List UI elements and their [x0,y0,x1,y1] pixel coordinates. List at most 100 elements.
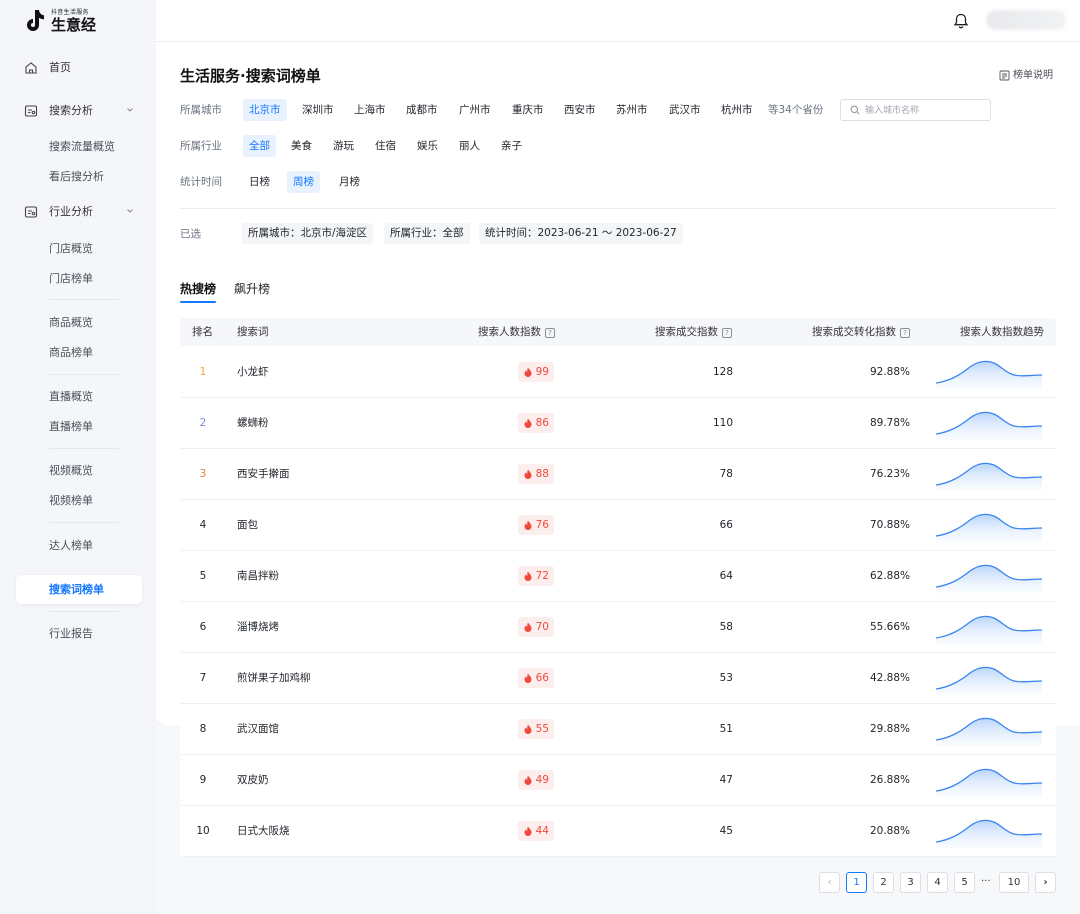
search-icon [850,105,860,115]
city-chip[interactable]: 成都市 [400,99,444,121]
nav-search-keyword-ranking-label: 搜索词榜单 [49,583,104,596]
industry-chip[interactable]: 美食 [285,135,318,157]
city-chip[interactable]: 武汉市 [663,99,707,121]
rank-cell: 1 [199,366,207,378]
table-row[interactable]: 8 武汉面馆 55 51 29.88% [180,704,1056,755]
fire-icon [524,826,532,836]
nav-home[interactable]: 首页 [16,53,142,83]
keyword-cell[interactable]: 日式大阪烧 [237,824,290,838]
user-avatar[interactable] [986,10,1066,30]
industry-chip[interactable]: 娱乐 [411,135,444,157]
table-row[interactable]: 7 煎饼果子加鸡柳 66 53 42.88% [180,653,1056,704]
city-chip[interactable]: 杭州市 [715,99,759,121]
keyword-cell[interactable]: 双皮奶 [237,773,269,787]
brand-subtitle: 抖音生活服务 [51,9,89,16]
city-chip[interactable]: 深圳市 [296,99,340,121]
table-row[interactable]: 5 南昌拌粉 72 64 62.88% [180,551,1056,602]
search-index-value: 55 [535,723,549,735]
rank-cell: 3 [199,468,207,480]
next-page-button[interactable]: › [1035,872,1056,893]
page-button[interactable]: 5 [954,872,975,893]
conversion-cell: 29.88% [869,723,910,735]
time-chip-weekly[interactable]: 周榜 [287,171,320,193]
nav-live-overview[interactable]: 直播概览 [49,390,93,404]
nav-video-ranking[interactable]: 视频榜单 [49,494,93,508]
search-index-badge: 66 [517,668,554,688]
help-icon[interactable]: ? [545,327,555,338]
city-search-field[interactable] [840,99,991,121]
page-button[interactable]: 2 [873,872,894,893]
city-chip[interactable]: 苏州市 [610,99,654,121]
tab-rising[interactable]: 飙升榜 [234,282,270,297]
table-row[interactable]: 9 双皮奶 49 47 26.88% [180,755,1056,806]
nav-store-overview[interactable]: 门店概览 [49,242,93,256]
industry-analysis-icon [24,206,38,218]
table-row[interactable]: 4 面包 76 66 70.88% [180,500,1056,551]
keyword-cell[interactable]: 螺蛳粉 [237,416,269,430]
industry-chip[interactable]: 全部 [243,135,276,157]
nav-influencer-ranking[interactable]: 达人榜单 [49,539,93,553]
brand-logo[interactable]: 抖音生活服务 生意经 [24,8,104,34]
city-chip[interactable]: 上海市 [348,99,392,121]
deal-index-cell: 78 [719,468,733,480]
keyword-cell[interactable]: 武汉面馆 [237,722,279,736]
fire-icon [524,673,532,683]
time-chip-monthly[interactable]: 月榜 [333,171,366,193]
col-keyword: 搜索词 [237,326,269,339]
nav-search-analysis[interactable]: 搜索分析 [16,96,142,126]
keyword-cell[interactable]: 煎饼果子加鸡柳 [237,671,311,685]
nav-industry-report[interactable]: 行业报告 [49,627,93,641]
city-chip[interactable]: 北京市 [243,99,287,121]
more-cities-link[interactable]: 等34个省份 [762,99,829,121]
rank-cell: 2 [199,417,207,429]
keyword-cell[interactable]: 面包 [237,518,258,532]
fire-icon [524,469,532,479]
conversion-cell: 89.78% [869,417,910,429]
nav-video-overview[interactable]: 视频概览 [49,464,93,478]
industry-chip[interactable]: 游玩 [327,135,360,157]
keyword-cell[interactable]: 西安手擀面 [237,467,290,481]
table-row[interactable]: 1 小龙虾 99 128 92.88% [180,347,1056,398]
nav-store-ranking[interactable]: 门店榜单 [49,272,93,286]
city-search-input[interactable] [865,103,985,118]
help-icon[interactable]: ? [722,327,732,338]
page-button[interactable]: 1 [846,872,867,893]
search-index-value: 99 [535,366,549,378]
nav-live-ranking[interactable]: 直播榜单 [49,420,93,434]
bell-icon[interactable] [952,12,970,30]
col-search-index-label: 搜索人数指数 [478,326,541,338]
nav-divider [49,374,119,375]
nav-search-keyword-ranking[interactable]: 搜索词榜单 [16,575,142,604]
nav-search-traffic-overview[interactable]: 搜索流量概览 [49,140,115,154]
page-button-last[interactable]: 10 [999,872,1029,893]
help-icon[interactable]: ? [900,327,910,338]
table-row[interactable]: 10 日式大阪烧 44 45 20.88% [180,806,1056,857]
industry-chip[interactable]: 住宿 [369,135,402,157]
prev-page-button[interactable]: ‹ [819,872,840,893]
rank-cell: 10 [196,825,210,837]
table-row[interactable]: 2 螺蛳粉 86 110 89.78% [180,398,1056,449]
keyword-cell[interactable]: 小龙虾 [237,365,269,379]
time-filter-label: 统计时间 [180,176,222,188]
city-chip[interactable]: 广州市 [453,99,497,121]
industry-chip[interactable]: 亲子 [495,135,528,157]
nav-product-ranking[interactable]: 商品榜单 [49,346,93,360]
nav-post-view-search[interactable]: 看后搜分析 [49,170,104,184]
city-chip[interactable]: 重庆市 [506,99,550,121]
nav-industry-analysis[interactable]: 行业分析 [16,197,142,227]
search-index-badge: 72 [517,566,554,586]
rules-link[interactable]: 榜单说明 [999,69,1053,82]
table-row[interactable]: 3 西安手擀面 88 78 76.23% [180,449,1056,500]
nav-product-overview[interactable]: 商品概览 [49,316,93,330]
keyword-cell[interactable]: 淄博烧烤 [237,620,279,634]
page-button[interactable]: 3 [900,872,921,893]
table-row[interactable]: 6 淄博烧烤 70 58 55.66% [180,602,1056,653]
page-button[interactable]: 4 [927,872,948,893]
keyword-cell[interactable]: 南昌拌粉 [237,569,279,583]
industry-chip[interactable]: 丽人 [453,135,486,157]
city-chip[interactable]: 西安市 [558,99,602,121]
home-icon [25,62,37,74]
tab-hot-search[interactable]: 热搜榜 [180,282,216,297]
fire-icon [524,520,532,530]
time-chip-daily[interactable]: 日榜 [243,171,276,193]
